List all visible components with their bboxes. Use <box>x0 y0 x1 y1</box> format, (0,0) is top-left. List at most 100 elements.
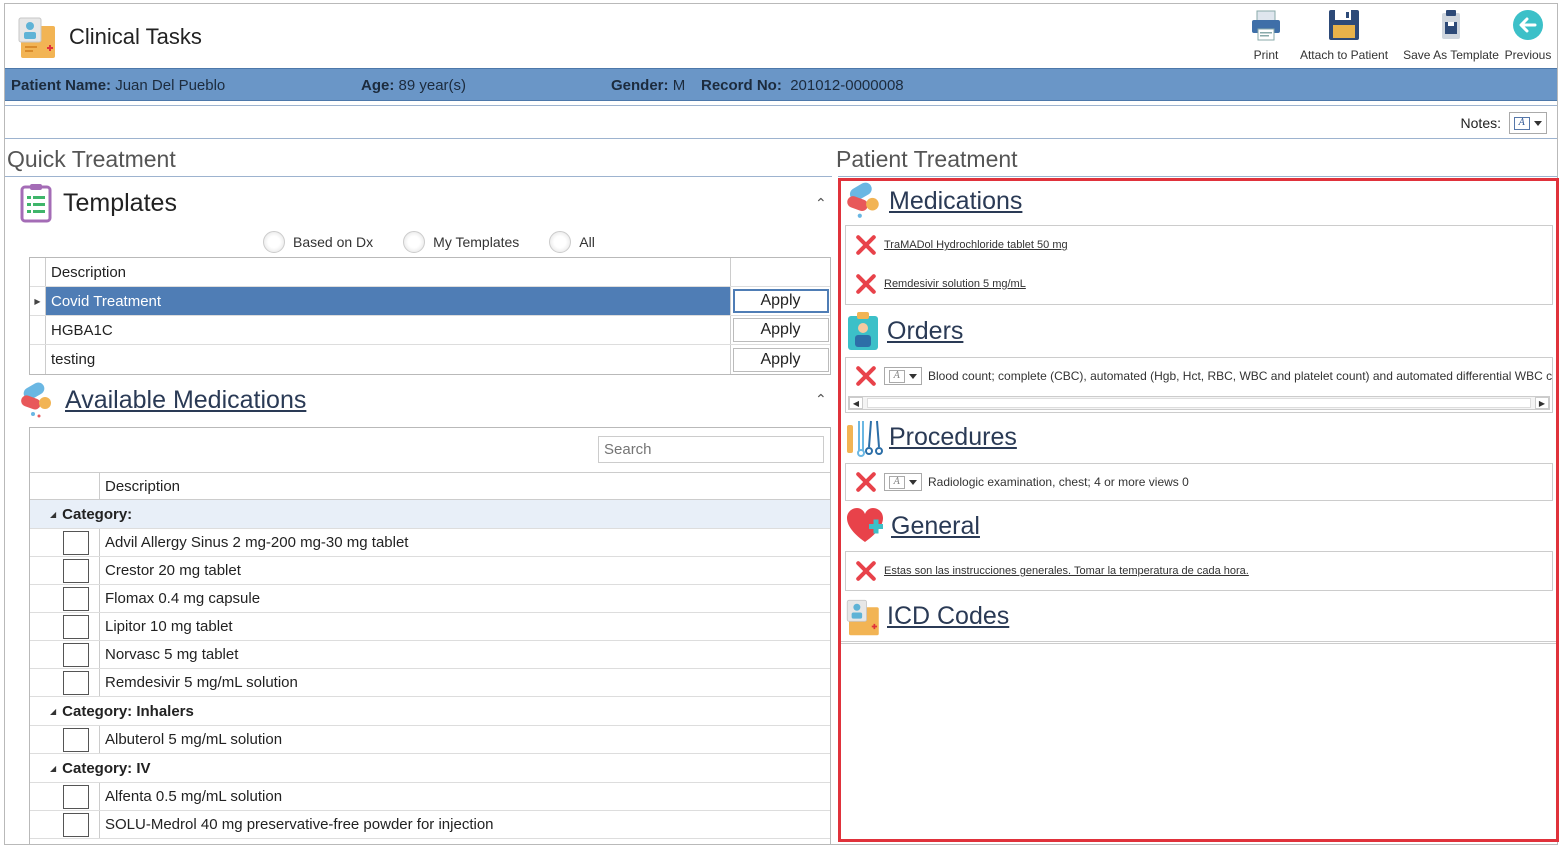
available-medications-header: Available Medications <box>19 381 306 419</box>
checkbox[interactable] <box>63 670 89 695</box>
table-header: Description <box>30 472 830 500</box>
medication-name: Norvasc 5 mg tablet <box>105 646 239 663</box>
apply-button[interactable]: Apply <box>732 347 829 372</box>
medications-title[interactable]: Medications <box>889 187 1022 216</box>
list-item[interactable]: Norvasc 5 mg tablet <box>30 641 830 669</box>
checkbox[interactable] <box>63 642 89 667</box>
template-description[interactable]: HGBA1C <box>46 316 731 344</box>
remove-icon[interactable] <box>854 470 878 494</box>
checkbox[interactable] <box>63 614 89 639</box>
template-description[interactable]: testing <box>46 345 731 374</box>
notes-control: Notes: A <box>1461 112 1547 134</box>
order-description: Blood count; complete (CBC), automated (… <box>928 369 1553 383</box>
list-item[interactable]: Flomax 0.4 mg capsule <box>30 585 830 613</box>
print-button[interactable]: Print <box>1221 8 1311 62</box>
save-as-template-button[interactable]: Save As Template <box>1399 8 1503 62</box>
list-item[interactable]: Remdesivir 5 mg/mL solution <box>30 669 830 697</box>
category-group-header[interactable]: ◢ Category: <box>30 500 830 529</box>
procedure-description: Radiologic examination, chest; 4 or more… <box>928 475 1189 489</box>
template-description[interactable]: Covid Treatment <box>46 287 731 315</box>
procedures-list: A Radiologic examination, chest; 4 or mo… <box>845 463 1553 501</box>
apply-button[interactable]: Apply <box>732 318 829 342</box>
checkbox[interactable] <box>63 784 89 809</box>
list-item[interactable]: Lipitor 10 mg tablet <box>30 613 830 641</box>
chevron-down-icon <box>909 479 917 485</box>
pills-icon <box>847 182 879 218</box>
list-item[interactable]: SOLU-Medrol 40 mg preservative-free powd… <box>30 811 830 839</box>
medication-link[interactable]: TraMADol Hydrochloride tablet 50 mg <box>884 239 1068 251</box>
remove-icon[interactable] <box>854 364 878 388</box>
general-section-header: General <box>845 506 980 546</box>
filter-based-on-dx[interactable]: Based on Dx <box>263 231 373 253</box>
patient-treatment-highlight: Medications TraMADol Hydrochloride table… <box>838 178 1559 842</box>
radio-icon[interactable] <box>403 231 426 253</box>
text-format-icon: A <box>1514 116 1530 130</box>
chevron-down-icon <box>909 373 917 379</box>
available-medications-title[interactable]: Available Medications <box>65 386 306 415</box>
icd-codes-section-header: ICD Codes <box>845 595 1009 637</box>
notes-format-dropdown[interactable]: A <box>1509 112 1547 134</box>
list-item[interactable]: Albuterol 5 mg/mL solution <box>30 726 830 754</box>
checkbox[interactable] <box>63 727 89 752</box>
collapse-triangle-icon[interactable]: ◢ <box>50 764 56 773</box>
checkbox[interactable] <box>63 558 89 583</box>
table-row[interactable]: HGBA1C Apply <box>30 316 830 345</box>
clipboard-doctor-icon <box>848 312 878 350</box>
horizontal-scrollbar[interactable]: ◀ ▶ <box>848 396 1550 410</box>
category-group-header[interactable]: ◢ Category: IV <box>30 754 830 783</box>
templates-title: Templates <box>63 188 177 217</box>
scrollbar-thumb[interactable] <box>867 398 1531 408</box>
medication-list: ◢ Category: Advil Allergy Sinus 2 mg-200 … <box>30 500 830 839</box>
table-row[interactable]: testing Apply <box>30 345 830 374</box>
templates-group-header: Templates <box>19 183 177 223</box>
checkbox[interactable] <box>63 530 89 555</box>
search-input[interactable] <box>598 436 824 463</box>
medications-collapse-icon[interactable]: ⌃ <box>815 391 827 408</box>
patient-name: Juan Del Pueblo <box>115 77 226 94</box>
radio-icon[interactable] <box>263 231 285 253</box>
divider <box>841 641 1556 644</box>
collapse-triangle-icon[interactable]: ◢ <box>50 510 56 519</box>
chevron-down-icon <box>1534 120 1542 126</box>
previous-button[interactable]: Previous <box>1495 8 1557 62</box>
save-template-label: Save As Template <box>1403 48 1499 62</box>
filter-my-templates[interactable]: My Templates <box>403 231 519 253</box>
list-item[interactable]: Alfenta 0.5 mg/mL solution <box>30 783 830 811</box>
category-group-header[interactable]: ◢ Category: Inhalers <box>30 697 830 726</box>
medication-name: SOLU-Medrol 40 mg preservative-free powd… <box>105 816 494 833</box>
note-format-dropdown[interactable]: A <box>884 367 922 385</box>
remove-icon[interactable] <box>854 272 878 296</box>
note-format-dropdown[interactable]: A <box>884 473 922 491</box>
templates-collapse-icon[interactable]: ⌃ <box>815 195 827 212</box>
collapse-triangle-icon[interactable]: ◢ <box>50 707 56 716</box>
radio-icon[interactable] <box>549 231 572 253</box>
medication-name: Remdesivir 5 mg/mL solution <box>105 674 298 691</box>
template-filter-group: Based on Dx My Templates All <box>263 231 595 253</box>
remove-icon[interactable] <box>854 559 878 583</box>
checkbox[interactable] <box>63 586 89 611</box>
procedures-title[interactable]: Procedures <box>889 423 1017 452</box>
patient-gender: M <box>672 77 686 94</box>
table-row[interactable]: ▶ Covid Treatment Apply <box>30 287 830 316</box>
general-title[interactable]: General <box>891 512 980 541</box>
print-label: Print <box>1253 48 1279 62</box>
orders-list: A Blood count; complete (CBC), automated… <box>845 357 1553 413</box>
filter-all[interactable]: All <box>549 231 595 253</box>
icd-codes-title[interactable]: ICD Codes <box>887 602 1009 631</box>
patient-name-field: Patient Name: Juan Del Pueblo <box>11 77 226 94</box>
remove-icon[interactable] <box>854 233 878 257</box>
orders-title[interactable]: Orders <box>887 317 963 346</box>
medication-link[interactable]: Remdesivir solution 5 mg/mL <box>884 278 1026 290</box>
procedures-section-header: Procedures <box>845 417 1017 457</box>
medication-name: Albuterol 5 mg/mL solution <box>105 731 283 748</box>
scroll-left-icon[interactable]: ◀ <box>849 397 863 409</box>
scroll-right-icon[interactable]: ▶ <box>1535 397 1549 409</box>
general-list: Estas son las instrucciones generales. T… <box>845 551 1553 591</box>
available-medications-grid: Description ◢Category: Advil Allergy Sin… <box>29 427 831 844</box>
apply-button[interactable]: Apply <box>732 289 829 313</box>
list-item[interactable]: Crestor 20 mg tablet <box>30 557 830 585</box>
general-instruction-link[interactable]: Estas son las instrucciones generales. T… <box>884 565 1249 577</box>
checkbox[interactable] <box>63 812 89 837</box>
attach-to-patient-button[interactable]: Attach to Patient <box>1299 8 1389 62</box>
list-item[interactable]: Advil Allergy Sinus 2 mg-200 mg-30 mg ta… <box>30 529 830 557</box>
